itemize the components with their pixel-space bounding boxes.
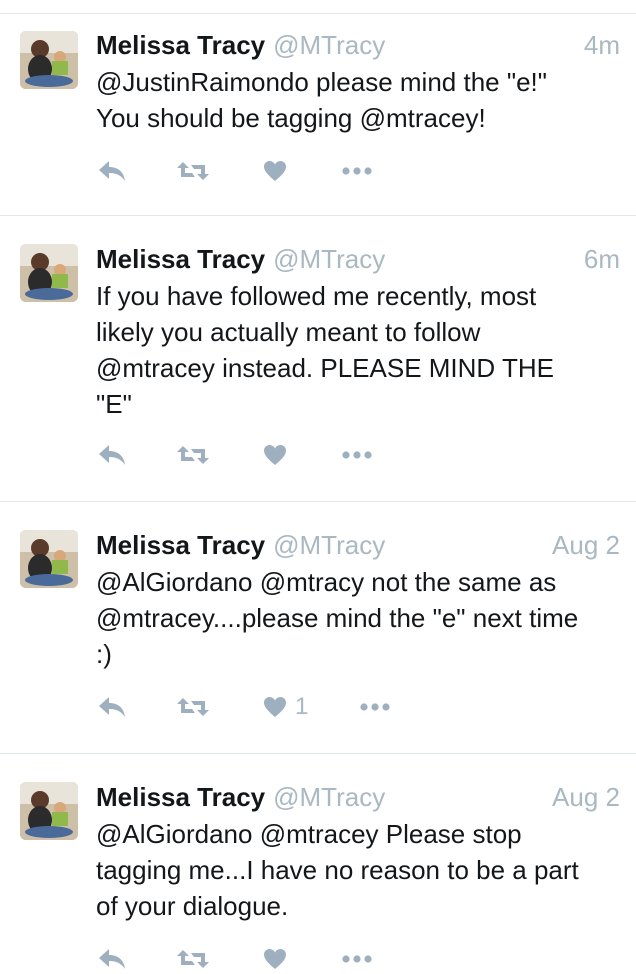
reply-icon	[99, 949, 125, 969]
more-button[interactable]	[360, 692, 390, 722]
timestamp[interactable]: 6m	[584, 242, 620, 276]
retweet-icon	[177, 162, 209, 180]
tweet[interactable]: Melissa Tracy @MTracy 4m @JustinRaimondo …	[0, 14, 636, 216]
tweet-text: If you have followed me recently, most l…	[96, 281, 554, 419]
author-name[interactable]: Melissa Tracy	[96, 244, 265, 274]
reply-button[interactable]	[98, 440, 126, 470]
tweet-actions	[96, 440, 396, 470]
retweet-icon	[177, 446, 209, 464]
author-handle[interactable]: @MTracy	[273, 530, 385, 560]
like-button[interactable]	[263, 156, 295, 186]
tweet-header: Melissa Tracy @MTracy Aug 2	[96, 528, 620, 562]
like-count: 1	[295, 693, 309, 720]
avatar[interactable]	[20, 782, 78, 840]
retweet-button[interactable]	[176, 156, 210, 186]
author-name[interactable]: Melissa Tracy	[96, 30, 265, 60]
top-divider	[0, 0, 636, 14]
author-handle[interactable]: @MTracy	[273, 782, 385, 812]
tweet[interactable]: Melissa Tracy @MTracy 6m If you have foll…	[0, 216, 636, 502]
author-name[interactable]: Melissa Tracy	[96, 782, 265, 812]
avatar[interactable]	[20, 31, 78, 89]
tweet-header: Melissa Tracy @MTracy 4m	[96, 28, 620, 62]
tweet-text: @JustinRaimondo please mind the "e!" You…	[96, 67, 547, 133]
timestamp[interactable]: Aug 2	[552, 528, 620, 562]
retweet-button[interactable]	[176, 440, 210, 470]
retweet-icon	[177, 698, 209, 716]
avatar[interactable]	[20, 244, 78, 302]
tweet-text: @AlGiordano @mtracey Please stop tagging…	[96, 819, 579, 921]
tweet-text: @AlGiordano @mtracy not the same as @mtr…	[96, 567, 579, 669]
author-name[interactable]: Melissa Tracy	[96, 530, 265, 560]
timestamp[interactable]: Aug 2	[552, 780, 620, 814]
tweet-header: Melissa Tracy @MTracy 6m	[96, 242, 620, 276]
more-icon	[360, 703, 390, 711]
like-button[interactable]	[263, 440, 295, 470]
heart-icon	[264, 445, 286, 465]
more-icon	[342, 451, 372, 459]
reply-button[interactable]	[98, 692, 126, 722]
reply-icon	[99, 697, 125, 717]
heart-icon	[264, 697, 286, 717]
more-icon	[342, 955, 372, 963]
reply-button[interactable]	[98, 156, 126, 186]
tweet[interactable]: Melissa Tracy @MTracy Aug 2 @AlGiordano @…	[0, 754, 636, 970]
timestamp[interactable]: 4m	[584, 28, 620, 62]
like-button[interactable]: 1	[263, 692, 308, 722]
tweet[interactable]: Melissa Tracy @MTracy Aug 2 @AlGiordano @…	[0, 502, 636, 754]
heart-icon	[264, 949, 286, 969]
retweet-icon	[177, 950, 209, 968]
author-handle[interactable]: @MTracy	[273, 30, 385, 60]
reply-icon	[99, 161, 125, 181]
heart-icon	[264, 161, 286, 181]
more-icon	[342, 167, 372, 175]
tweet-actions	[96, 156, 396, 186]
avatar[interactable]	[20, 530, 78, 588]
reply-icon	[99, 445, 125, 465]
author-handle[interactable]: @MTracy	[273, 244, 385, 274]
more-button[interactable]	[342, 156, 372, 186]
retweet-button[interactable]	[176, 692, 210, 722]
tweet-actions: 1	[96, 692, 396, 722]
tweet-header: Melissa Tracy @MTracy Aug 2	[96, 780, 620, 814]
more-button[interactable]	[342, 440, 372, 470]
